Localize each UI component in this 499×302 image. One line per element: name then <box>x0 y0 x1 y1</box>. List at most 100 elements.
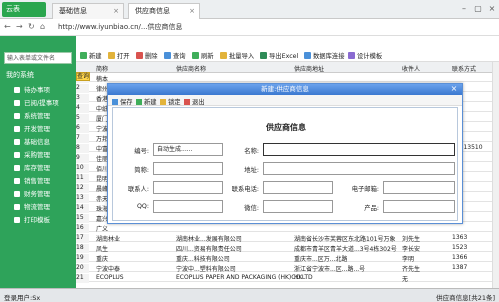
address-field[interactable] <box>263 162 455 175</box>
contact-field[interactable] <box>153 181 223 194</box>
tab-supplier-label: 供应商信息 <box>135 7 170 15</box>
app-logo[interactable]: 云表 <box>2 2 46 17</box>
table-row[interactable]: 19 重庆 重庆...科技有限公司 重庆市...区万...北路 李明 1366 <box>76 253 499 263</box>
sidebar-item-purchase[interactable]: 采购管理 <box>14 149 50 159</box>
status-count: 供应商信息[共21条] <box>436 294 495 302</box>
delete-button[interactable]: 删除 <box>136 51 158 60</box>
product-field[interactable] <box>383 200 455 213</box>
row-number: 3 <box>76 94 89 103</box>
row-number: 20 <box>76 264 89 273</box>
name-field[interactable] <box>263 143 455 156</box>
import-button[interactable]: 批量导入 <box>220 51 254 60</box>
table-row[interactable]: 18 凤生 四川...资易有限责任公司 成都市青羊区青羊大道...3号4栋302号 李长… <box>76 243 499 253</box>
table-cell: 李明 <box>402 256 415 263</box>
exit-button[interactable]: 退出 <box>184 97 205 106</box>
sidebar-item-system[interactable]: 系统管理 <box>14 110 50 120</box>
table-row[interactable]: 20 宁波中泰 宁波中...塑料有限公司 浙江省宁波市...区...路...号 齐先生 1… <box>76 263 499 273</box>
table-row[interactable]: 21 ECOPLUS ECOPLUS PAPER AND PACKAGING (HK… <box>76 273 499 283</box>
table-row[interactable]: 16 广义 <box>76 223 499 233</box>
printer-icon <box>14 217 20 223</box>
dialog-close-icon[interactable]: × <box>449 84 459 94</box>
dialog-new-button[interactable]: 新建 <box>136 97 157 106</box>
row-number: 6 <box>76 124 89 133</box>
address-label: 地址: <box>244 167 259 174</box>
wechat-label: 微信: <box>244 205 259 212</box>
sidebar-item-print[interactable]: 打印模板 <box>14 214 50 224</box>
table-row[interactable]: 17 湖南林业 湖南林业...发展有限公司 湖南省长沙市芙蓉区东北路101号万象 刘先生… <box>76 233 499 243</box>
sidebar-item-basic[interactable]: 基础信息 <box>14 136 50 146</box>
refresh-button[interactable]: 刷新 <box>192 51 214 60</box>
table-cell: 宁波中泰 <box>96 266 121 273</box>
phone-label: 联系电话: <box>231 186 259 193</box>
sidebar-item-sales[interactable]: 销售管理 <box>14 175 50 185</box>
save-button[interactable]: 保存 <box>112 97 133 106</box>
table-cell: 成都市青羊区青羊大道...3号4栋302号 <box>294 246 397 253</box>
delete-icon <box>136 52 143 59</box>
minimize-icon[interactable]: – <box>458 3 470 15</box>
phone-field[interactable] <box>263 181 333 194</box>
refresh-icon[interactable]: ↻ <box>28 22 35 31</box>
row-number: 17 <box>76 234 89 243</box>
url-field[interactable]: http://www.iyunbiao.cn/...供应商信息 <box>58 22 183 32</box>
export-button[interactable]: 导出Excel <box>260 51 298 60</box>
query-row-button[interactable]: 查询 <box>76 72 90 81</box>
table-cell: 楠本 <box>96 76 109 83</box>
sidebar-item-inventory[interactable]: 库存管理 <box>14 162 50 172</box>
col-address[interactable]: 供应商地址 <box>294 64 324 73</box>
new-button[interactable]: 新建 <box>80 51 102 60</box>
close-icon[interactable]: × <box>113 4 119 19</box>
col-recipient[interactable]: 收件人 <box>402 64 420 73</box>
sidebar-item-logistics[interactable]: 物流管理 <box>14 201 50 211</box>
row-number: 19 <box>76 254 89 263</box>
col-short[interactable]: 简称 <box>96 64 108 73</box>
sidebar-item-todo[interactable]: 待办事项 <box>14 84 50 94</box>
back-icon[interactable]: ← <box>4 22 11 31</box>
row-number: 9 <box>76 154 89 163</box>
design-button[interactable]: 设计模板 <box>348 51 382 60</box>
wechat-field[interactable] <box>263 200 333 213</box>
email-label: 电子邮箱: <box>351 186 379 193</box>
tab-bar: 云表 基础信息 × 供应商信息 × – ▢ × <box>0 0 499 19</box>
table-cell: 1366 <box>452 254 468 261</box>
open-button[interactable]: 打开 <box>108 51 130 60</box>
col-name[interactable]: 供应商名称 <box>176 64 206 73</box>
grid-header: 简称 供应商名称 供应商地址 收件人 联系方式 <box>76 62 499 73</box>
home-icon[interactable]: ⌂ <box>40 22 45 31</box>
mail-icon <box>14 100 20 106</box>
table-cell: 浙江省宁波市...区...路...号 <box>294 266 366 273</box>
email-field[interactable] <box>383 181 455 194</box>
table-cell: HK <box>294 274 303 281</box>
short-field[interactable] <box>153 162 223 175</box>
window-close-icon[interactable]: × <box>486 3 498 15</box>
maximize-icon[interactable]: ▢ <box>472 3 484 15</box>
toolbar: 新建 打开 删除 查询 刷新 批量导入 导出Excel 数据库连接 设计模板 <box>76 49 499 62</box>
lock-icon <box>160 99 166 105</box>
tab-supplier[interactable]: 供应商信息 × <box>128 3 200 19</box>
row-number: 11 <box>76 174 89 183</box>
col-contact[interactable]: 联系方式 <box>452 64 476 73</box>
table-cell: 刘先生 <box>402 236 421 243</box>
table-cell: 凤生 <box>96 246 109 253</box>
sidebar-item-finance[interactable]: 财务管理 <box>14 188 50 198</box>
forward-icon[interactable]: → <box>16 22 23 31</box>
name-label: 名称: <box>244 148 259 155</box>
short-label: 简称: <box>134 167 149 174</box>
table-row[interactable]: 1楠本 <box>76 73 499 83</box>
scrollbar[interactable] <box>492 62 499 288</box>
truck-icon <box>14 204 20 210</box>
query-button[interactable]: 查询 <box>164 51 186 60</box>
code-field[interactable]: 自动生成...... <box>153 143 223 156</box>
db-button[interactable]: 数据库连接 <box>304 51 344 60</box>
sidebar-search-input[interactable]: 输入表单或文件名 <box>4 52 72 64</box>
close-icon[interactable]: × <box>189 4 195 19</box>
row-number: 5 <box>76 114 89 123</box>
tab-home[interactable]: 基础信息 × <box>52 3 124 19</box>
status-user: 登录用户:Sx <box>4 294 41 302</box>
qq-field[interactable] <box>153 200 223 213</box>
box-icon <box>14 165 20 171</box>
row-number: 12 <box>76 184 89 193</box>
sales-icon <box>14 178 20 184</box>
sidebar-item-read[interactable]: 已阅/提事项 <box>14 97 59 107</box>
sidebar-item-dev[interactable]: 开发管理 <box>14 123 50 133</box>
lock-button[interactable]: 锁定 <box>160 97 181 106</box>
